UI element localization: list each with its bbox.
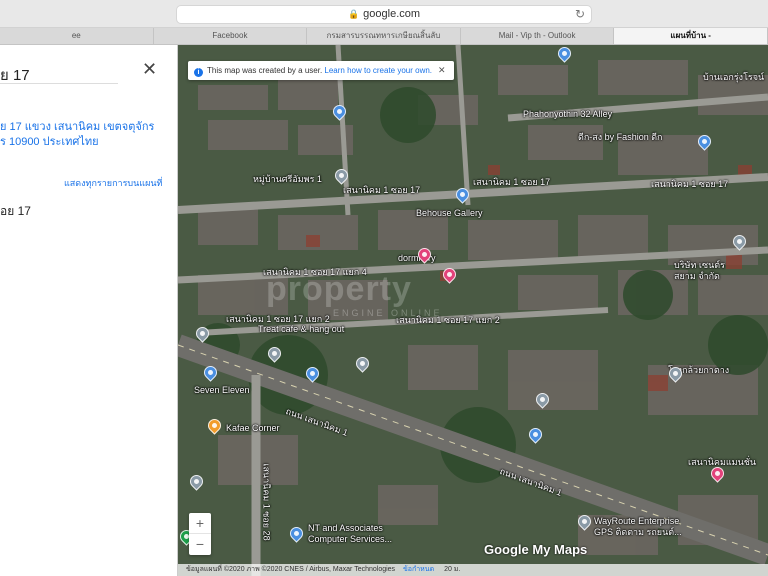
- label-phahonyothin-32: Phahonyothin 32 Alley: [523, 109, 613, 119]
- show-all-items-link[interactable]: แสดงทุกรายการบนแผนที่: [64, 176, 162, 190]
- label-wayroute: WayRoute Enterprise GPS ติดตาม รถยนต์...: [594, 516, 682, 538]
- street-label: อย 17: [0, 204, 31, 218]
- label-moo-ban: หมู่บ้านศรีอัมพร 1: [253, 174, 322, 184]
- address-line-1: ย 17 แขวง เสนานิคม เขตจตุจักร: [0, 121, 155, 133]
- label-brs: บริษัท เซนต์ร สยาม จำกัด: [674, 260, 725, 282]
- wayroute-line-1: WayRoute Enterprise: [594, 516, 680, 526]
- tab-map[interactable]: แผนที่บ้าน -: [614, 28, 768, 44]
- title-divider: [0, 83, 118, 84]
- place-address[interactable]: ย 17 แขวง เสนานิคม เขตจตุจักร ร 10900 ปร…: [0, 120, 172, 150]
- zoom-control: + −: [189, 513, 211, 555]
- label-soi28: เสนานิคม 1 ซอย 28: [261, 463, 272, 541]
- tab-facebook[interactable]: Facebook: [154, 28, 308, 44]
- terms-link[interactable]: ข้อกำหนด: [403, 566, 434, 573]
- address-line-2: ร 10900 ประเทศไทย: [0, 136, 99, 148]
- wayroute-line-2: GPS ติดตาม รถยนต์...: [594, 527, 682, 537]
- tab-outlook[interactable]: Mail - Vip th - Outlook: [461, 28, 615, 44]
- zoom-out-button[interactable]: −: [189, 534, 211, 555]
- url-text: google.com: [363, 8, 421, 20]
- place-panel: ย 17 ✕ ย 17 แขวง เสนานิคม เขตจตุจักร ร 1…: [0, 45, 178, 576]
- browser-toolbar: 🔒 google.com ↻: [0, 0, 768, 28]
- notice-close-icon[interactable]: ✕: [438, 65, 446, 75]
- nt-line-2: Computer Services...: [308, 534, 393, 544]
- nt-line-1: NT and Associates: [308, 523, 383, 533]
- brs-line-2: สยาม จำกัด: [674, 271, 720, 281]
- close-icon[interactable]: ✕: [142, 59, 157, 80]
- label-treat-cafe: Treat cafe & hang out: [258, 324, 345, 334]
- label-nt-associates: NT and Associates Computer Services...: [308, 523, 392, 545]
- created-by-user-notice: i This map was created by a user. Learn h…: [188, 61, 454, 80]
- label-ban-ake: บ้านเอกรุ่งโรจน์: [703, 72, 765, 82]
- learn-how-link[interactable]: Learn how to create your own.: [324, 66, 432, 75]
- label-behouse-gallery: Behouse Gallery: [416, 208, 483, 218]
- info-icon: i: [194, 68, 203, 77]
- attribution-text: ข้อมูลแผนที่ ©2020 ภาพ ©2020 CNES / Airb…: [186, 566, 396, 573]
- tab-bar: ee Facebook กรมสารบรรณทหารเกษียณสิ้นลับ …: [0, 28, 768, 45]
- zoom-in-button[interactable]: +: [189, 513, 211, 534]
- label-fashion: ดีก-สง by Fashion ดีก: [578, 132, 663, 142]
- map-attribution: ข้อมูลแผนที่ ©2020 ภาพ ©2020 CNES / Airb…: [178, 564, 768, 576]
- label-soi17-a: เสนานิคม 1 ซอย 17: [343, 185, 421, 195]
- label-soi17-yaek4: เสนานิคม 1 ซอย 17 แยก 4: [263, 267, 367, 277]
- brs-line-1: บริษัท เซนต์ร: [674, 260, 725, 270]
- label-kafae-corner: Kafae Corner: [226, 423, 280, 433]
- label-soi17-yaek2-b: เสนานิคม 1 ซอย 17 แยก 2: [396, 315, 500, 325]
- scale-label: 20 ม.: [444, 566, 461, 573]
- label-senanikhom-mansion: เสนานิคมแมนชั่น: [688, 457, 757, 467]
- tab-thai-site[interactable]: กรมสารบรรณทหารเกษียณสิ้นลับ: [307, 28, 461, 44]
- satellite-map[interactable]: property ENGINE ONLINE i This map was cre…: [178, 45, 768, 576]
- lock-icon: 🔒: [347, 9, 360, 19]
- tab-ee[interactable]: ee: [0, 28, 154, 44]
- label-soi17-b: เสนานิคม 1 ซอย 17: [473, 177, 551, 187]
- reload-icon[interactable]: ↻: [575, 6, 585, 23]
- google-my-maps-logo: Google My Maps: [484, 542, 588, 557]
- label-soi17-c: เสนานิคม 1 ซอย 17: [651, 179, 729, 189]
- notice-text: This map was created by a user.: [207, 66, 323, 75]
- address-bar[interactable]: 🔒 google.com ↻: [176, 5, 592, 24]
- label-seven-eleven: Seven Eleven: [194, 385, 250, 395]
